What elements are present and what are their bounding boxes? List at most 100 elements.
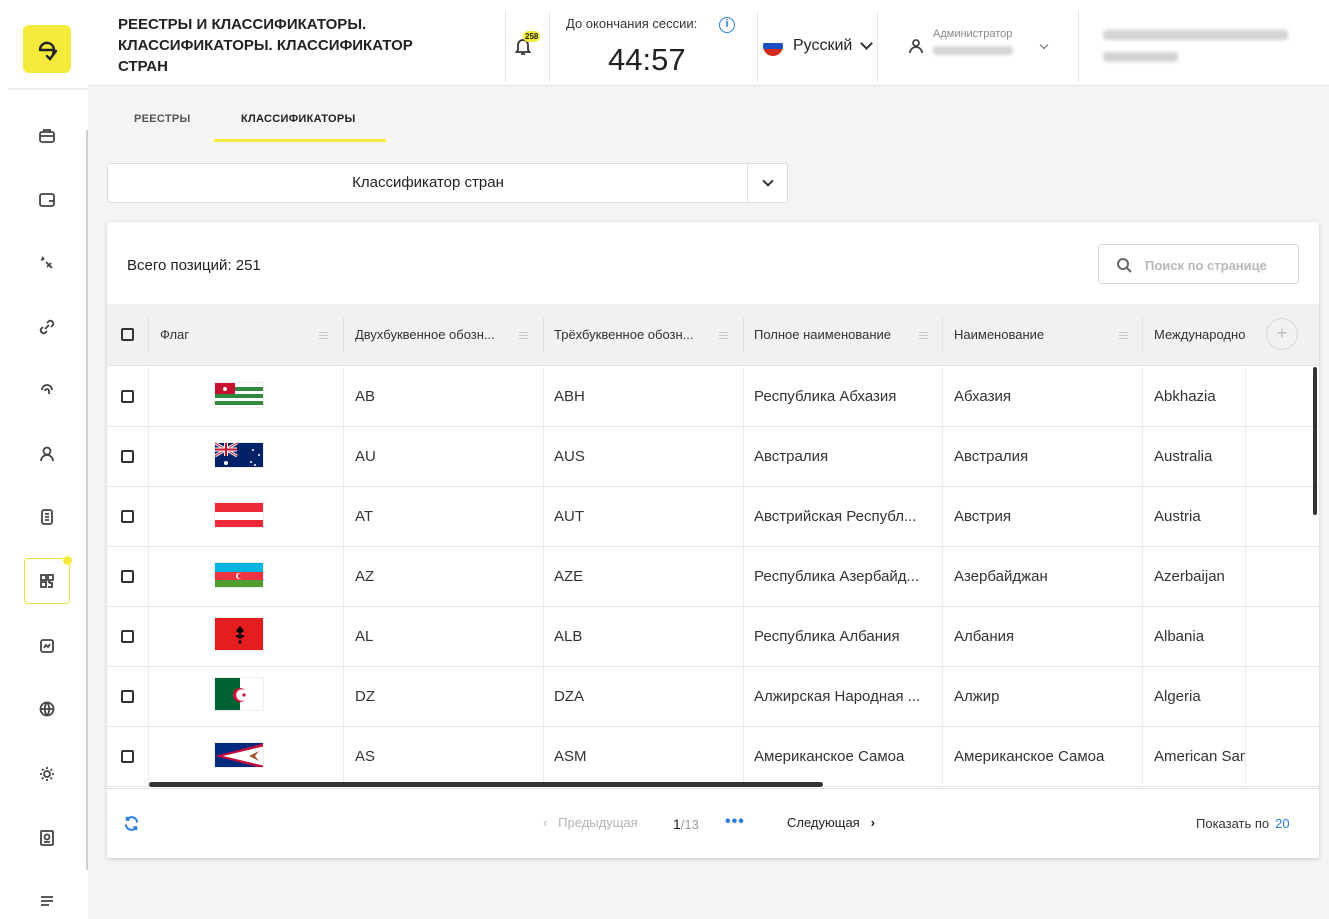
row-checkbox[interactable] xyxy=(121,390,134,403)
horizontal-scrollbar[interactable] xyxy=(149,782,823,787)
nav-globe-icon[interactable] xyxy=(24,686,70,732)
user-icon[interactable] xyxy=(908,38,924,59)
header-divider xyxy=(505,10,506,82)
column-menu-icon[interactable] xyxy=(319,332,328,341)
cell-alpha2: DZ xyxy=(355,688,375,705)
row-checkbox[interactable] xyxy=(121,690,134,703)
table-row[interactable]: AU AUS Австралия Австралия Australia xyxy=(107,427,1319,487)
user-name-redacted xyxy=(933,46,1013,55)
session-label: До окончания сессии: xyxy=(566,16,698,31)
nav-document-icon[interactable] xyxy=(24,494,70,540)
cell-alpha3: AUT xyxy=(554,508,584,525)
more-pages-button[interactable]: ••• xyxy=(725,813,745,831)
logo-icon[interactable] xyxy=(23,25,71,73)
cell-full-name: Американское Самоа xyxy=(754,748,905,765)
menu-icon[interactable] xyxy=(24,878,70,919)
table-header: Флаг Двухбуквенное обозн... Трёхбуквенно… xyxy=(107,304,1319,366)
table-row[interactable]: AZ AZE Республика Азербайд... Азербайджа… xyxy=(107,547,1319,607)
cell-full-name: Республика Абхазия xyxy=(754,388,897,405)
nav-settings-icon[interactable] xyxy=(24,751,70,797)
search-placeholder: Поиск по странице xyxy=(1145,258,1267,273)
table-row[interactable]: AS ASM Американское Самоа Американское С… xyxy=(107,727,1319,787)
chevron-down-icon[interactable] xyxy=(762,175,774,187)
cell-name: Австрия xyxy=(954,508,1012,525)
column-divider xyxy=(1142,316,1143,354)
tab-classifiers[interactable]: КЛАССИФИКАТОРЫ xyxy=(241,113,356,125)
nav-user-icon[interactable] xyxy=(24,431,70,477)
bell-icon[interactable]: 258 xyxy=(513,31,541,58)
notification-badge: 258 xyxy=(523,31,541,42)
cell-alpha2: AZ xyxy=(355,568,375,585)
sidebar-divider xyxy=(8,88,88,90)
organization-redacted xyxy=(1103,30,1288,40)
nav-briefcase-icon[interactable] xyxy=(24,113,70,159)
cell-alpha2: AS xyxy=(355,748,376,765)
nav-fingerprint-icon[interactable] xyxy=(24,367,70,413)
column-header-full-name[interactable]: Полное наименование xyxy=(754,304,914,366)
column-header-alpha3[interactable]: Трёхбуквенное обозн... xyxy=(554,304,714,366)
cell-full-name: Австрийская Республ... xyxy=(754,508,917,525)
nav-wallet-icon[interactable] xyxy=(24,177,70,223)
cell-alpha3: ABH xyxy=(554,388,585,405)
cell-alpha2: AB xyxy=(355,388,376,405)
nav-qr-code-icon[interactable] xyxy=(24,556,72,604)
column-header-flag[interactable]: Флаг xyxy=(160,304,320,366)
language-label: Русский xyxy=(793,37,853,54)
cell-name: Австралия xyxy=(954,448,1029,465)
classifier-select[interactable]: Классификатор стран xyxy=(107,163,788,203)
add-column-icon[interactable]: + xyxy=(1266,318,1298,350)
nav-link-icon[interactable] xyxy=(24,304,70,350)
column-divider xyxy=(343,316,344,354)
select-all-checkbox[interactable] xyxy=(121,328,134,341)
refresh-icon[interactable] xyxy=(123,815,140,837)
session-timer: 44:57 xyxy=(608,42,686,77)
header-divider xyxy=(877,10,878,82)
table-row[interactable]: AL ALB Республика Албания Албания Albani… xyxy=(107,607,1319,667)
cell-name: Алжир xyxy=(954,688,1000,705)
page-size-select[interactable]: Показать по 20 xyxy=(1196,816,1290,831)
table-row[interactable]: AT AUT Австрийская Республ... Австрия Au… xyxy=(107,487,1319,547)
language-select[interactable]: Русский xyxy=(763,36,874,56)
column-header-international[interactable]: Международное xyxy=(1154,304,1245,366)
vertical-scrollbar[interactable] xyxy=(1313,367,1317,515)
table-row[interactable]: AB ABH Республика Абхазия Абхазия Abkhaz… xyxy=(107,367,1319,427)
flag-azerbaijan-icon xyxy=(214,562,264,588)
cell-alpha3: AZE xyxy=(554,568,584,585)
row-checkbox[interactable] xyxy=(121,750,134,763)
nav-passport-icon[interactable] xyxy=(24,815,70,861)
column-menu-icon[interactable] xyxy=(1119,332,1128,341)
russia-flag-icon xyxy=(763,36,783,56)
cell-international: Albania xyxy=(1154,628,1205,645)
cell-international: Algeria xyxy=(1154,688,1201,705)
table-row[interactable]: DZ DZA Алжирская Народная ... Алжир Alge… xyxy=(107,667,1319,727)
column-header-alpha2[interactable]: Двухбуквенное обозн... xyxy=(355,304,515,366)
info-icon[interactable]: i xyxy=(719,17,735,33)
next-page-button[interactable]: Следующая › xyxy=(787,815,875,830)
cell-name: Американское Самоа xyxy=(954,748,1105,765)
row-checkbox[interactable] xyxy=(121,570,134,583)
cell-name: Албания xyxy=(954,628,1015,645)
row-checkbox[interactable] xyxy=(121,510,134,523)
user-chevron-down-icon[interactable] xyxy=(1039,40,1049,50)
cell-name: Абхазия xyxy=(954,388,1011,405)
row-checkbox[interactable] xyxy=(121,630,134,643)
select-divider xyxy=(747,164,748,202)
column-menu-icon[interactable] xyxy=(519,332,528,341)
organization-redacted xyxy=(1103,52,1178,62)
previous-page-button[interactable]: ‹ Предыдущая xyxy=(543,815,638,830)
flag-albania-icon xyxy=(214,617,264,651)
cell-international: Azerbaijan xyxy=(1154,568,1225,585)
nav-chart-icon[interactable] xyxy=(24,623,70,669)
cell-alpha2: AL xyxy=(355,628,374,645)
column-header-name[interactable]: Наименование xyxy=(954,304,1114,366)
tab-registries[interactable]: РЕЕСТРЫ xyxy=(134,113,191,125)
cell-full-name: Республика Албания xyxy=(754,628,900,645)
page-search-input[interactable]: Поиск по странице xyxy=(1098,244,1299,284)
nav-pill-icon[interactable] xyxy=(24,240,70,286)
column-menu-icon[interactable] xyxy=(719,332,728,341)
column-menu-icon[interactable] xyxy=(919,332,928,341)
cell-international: Austria xyxy=(1154,508,1201,525)
row-checkbox[interactable] xyxy=(121,450,134,463)
search-icon xyxy=(1117,258,1132,273)
header-divider xyxy=(757,10,758,82)
